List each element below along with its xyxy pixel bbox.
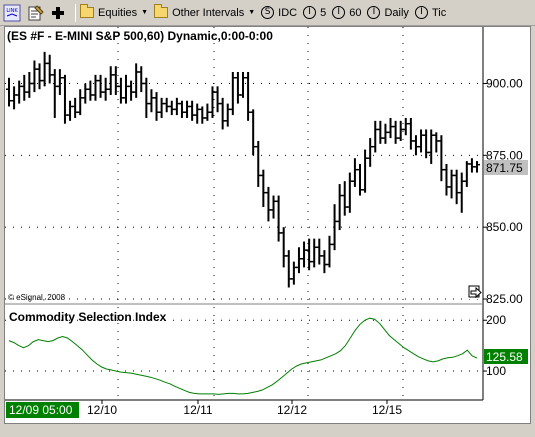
cursor-time-label: 12/09 05:00 [9, 403, 73, 417]
chart-scroll-icon [468, 285, 482, 299]
scroll-chart-button[interactable] [468, 285, 482, 299]
indicator-title: Commodity Selection Index [9, 310, 167, 324]
interval-tick-button[interactable]: I Tic [414, 2, 447, 24]
other-intervals-dropdown[interactable]: Other Intervals ▼ [154, 2, 255, 24]
toolbar-separator [75, 3, 76, 22]
s-circle-icon: S [261, 6, 275, 19]
indicator-axis-label: 100 [486, 364, 506, 378]
folder-icon [154, 4, 169, 18]
interval-daily-button[interactable]: I Daily [367, 2, 409, 24]
date-axis-label: 12/11 [183, 403, 212, 417]
other-intervals-label: Other Intervals [172, 6, 245, 19]
interval-60-label: 60 [349, 6, 362, 19]
properties-button[interactable] [27, 2, 45, 24]
interval-60-button[interactable]: I 60 [332, 2, 361, 24]
idc-label: IDC [278, 6, 298, 19]
equities-label: Equities [98, 6, 138, 19]
toolbar: LINK Equities ▼ Other Intervals ▼ S IDC … [0, 0, 535, 26]
date-axis-label: 12/15 [372, 403, 402, 417]
date-axis-label: 12/10 [87, 403, 117, 417]
interval-tick-label: Tic [431, 6, 447, 19]
chart-background [5, 27, 530, 423]
interval-5-button[interactable]: I 5 [303, 2, 326, 24]
price-axis-label: 850.00 [486, 220, 523, 234]
idc-button[interactable]: S IDC [261, 2, 297, 24]
interval-5-label: 5 [320, 6, 327, 19]
chevron-down-icon: ▼ [141, 9, 149, 16]
last-price-value: 871.75 [486, 161, 523, 175]
i-circle-icon: I [367, 6, 381, 19]
chart-canvas[interactable]: 900.00875.00850.00825.00 200100 12/10 12/… [5, 27, 530, 423]
i-circle-icon: I [414, 6, 428, 19]
properties-icon [28, 4, 44, 20]
add-button[interactable] [51, 2, 65, 24]
cursor-time-marker: 12/09 05:00 [6, 402, 79, 418]
price-axis-label: 900.00 [486, 76, 523, 90]
indicator-last-value: 125.58 [486, 350, 523, 364]
date-axis-label: 12/12 [277, 403, 307, 417]
copyright-text: © eSignal, 2008 [8, 293, 66, 302]
plus-icon [52, 6, 64, 19]
last-price-marker: 871.75 [484, 160, 528, 175]
chart-window[interactable]: 900.00 875.00 850.00 825.00 200 100 12/10 12/… [4, 26, 531, 424]
folder-icon [80, 4, 94, 18]
link-label: LINK [6, 8, 18, 14]
link-button[interactable]: LINK [3, 2, 21, 24]
link-icon: LINK [3, 4, 21, 21]
indicator-last-marker: 125.58 [484, 349, 528, 364]
chart-title: (ES #F - E-MINI S&P 500,60) Dynamic,0:00… [7, 29, 273, 43]
price-axis-label: 825.00 [486, 292, 523, 306]
indicator-axis-label: 200 [486, 313, 506, 327]
equities-dropdown[interactable]: Equities ▼ [80, 2, 148, 24]
i-circle-icon: I [332, 6, 346, 19]
chevron-down-icon: ▼ [248, 9, 256, 16]
interval-daily-label: Daily [384, 6, 409, 19]
i-circle-icon: I [303, 6, 317, 19]
esignal-window: LINK Equities ▼ Other Intervals ▼ S IDC … [0, 0, 535, 437]
